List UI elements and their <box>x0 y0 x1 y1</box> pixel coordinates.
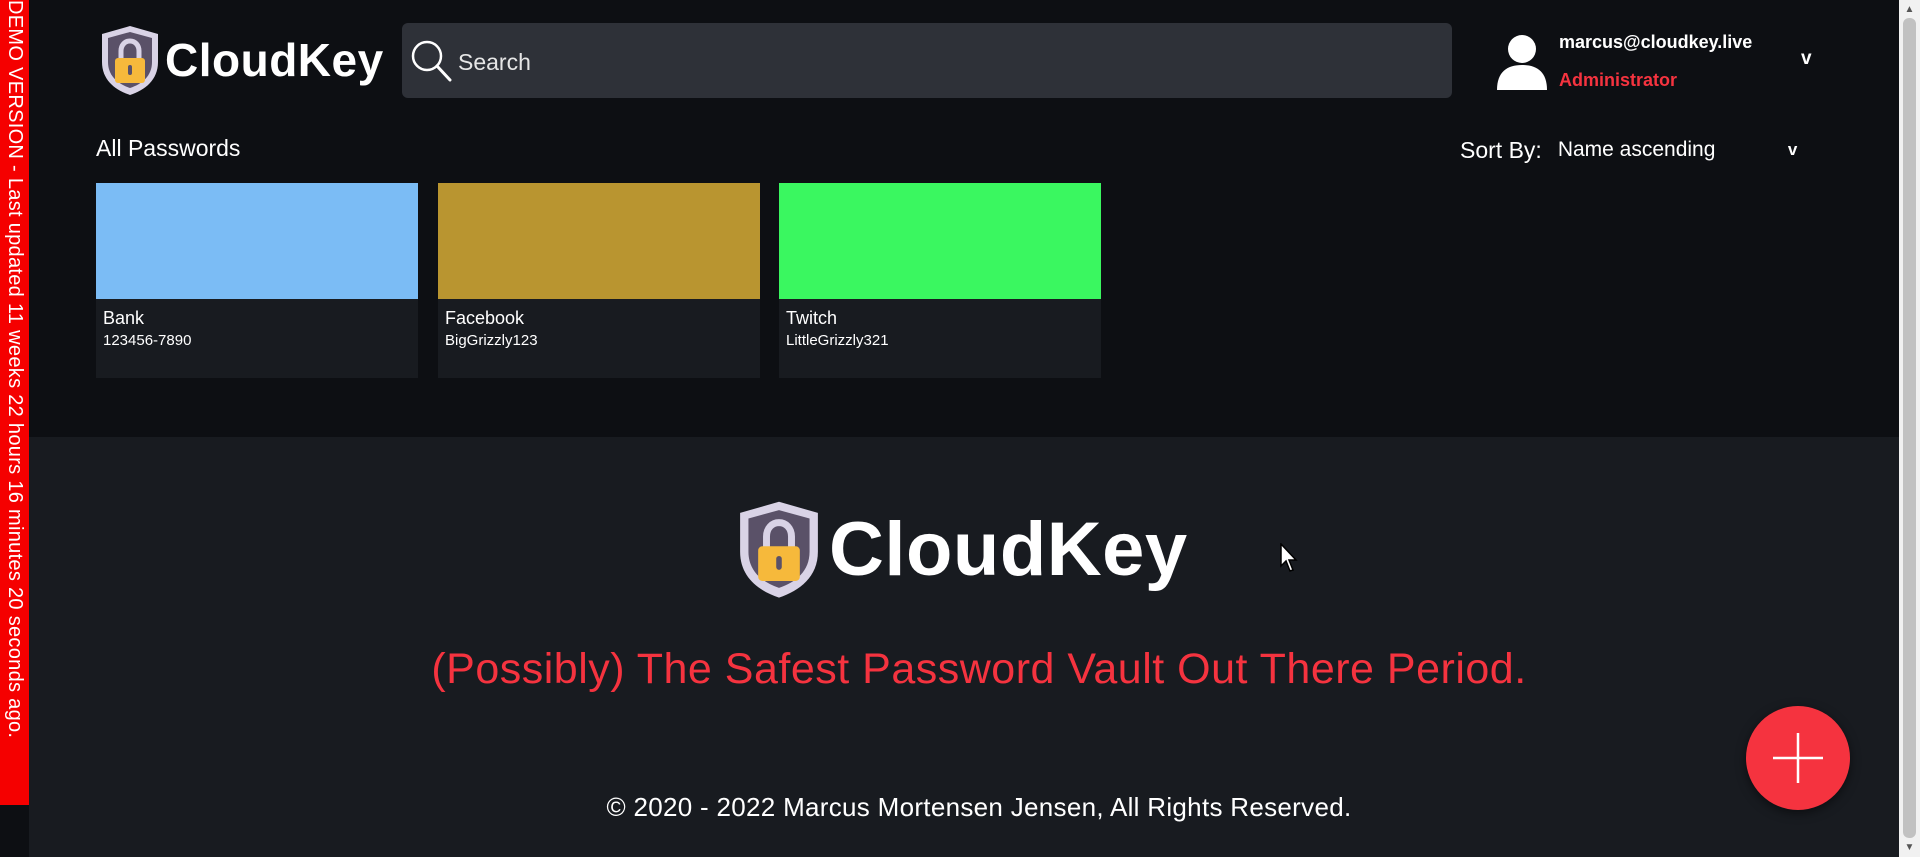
password-card[interactable]: Facebook BigGrizzly123 <box>438 183 760 378</box>
sort-dropdown[interactable]: Sort By: Name ascending v <box>1460 135 1797 165</box>
vertical-scrollbar[interactable]: ▲ ▼ <box>1899 0 1920 857</box>
demo-banner-text: DEMO VERSION - Last updated 11 weeks 22 … <box>4 0 26 739</box>
card-color-swatch <box>96 183 418 299</box>
demo-version-banner: DEMO VERSION - Last updated 11 weeks 22 … <box>0 0 29 805</box>
card-color-swatch <box>438 183 760 299</box>
card-title: Bank <box>103 308 145 328</box>
footer-logo-text: CloudKey <box>829 506 1188 592</box>
footer-copyright: © 2020 - 2022 Marcus Mortensen Jensen, A… <box>606 792 1352 822</box>
scroll-up-arrow-icon[interactable]: ▲ <box>1899 4 1920 15</box>
password-card[interactable]: Bank 123456-7890 <box>96 183 418 378</box>
search-bar[interactable] <box>402 23 1452 98</box>
plus-icon <box>1773 733 1823 783</box>
header-logo[interactable]: CloudKey <box>99 24 384 96</box>
footer-tagline: (Possibly) The Safest Password Vault Out… <box>431 645 1527 693</box>
chevron-down-icon[interactable]: v <box>1788 140 1797 160</box>
logo-text: CloudKey <box>165 34 384 86</box>
page-footer: CloudKey (Possibly) The Safest Password … <box>29 437 1899 857</box>
shield-lock-icon <box>740 501 818 598</box>
top-header: CloudKey marcus@cloudkey.live Administra… <box>29 0 1899 125</box>
search-input[interactable] <box>456 41 1440 83</box>
card-title: Twitch <box>786 308 838 328</box>
footer-logo: CloudKey <box>735 499 1188 599</box>
user-role: Administrator <box>1559 70 1678 90</box>
card-username: BigGrizzly123 <box>445 332 538 349</box>
sort-selected-value[interactable]: Name ascending <box>1558 138 1788 162</box>
shield-lock-icon <box>102 26 158 95</box>
all-passwords-title: All Passwords <box>96 135 241 161</box>
card-color-swatch <box>779 183 1101 299</box>
scrollbar-thumb[interactable] <box>1903 18 1916 838</box>
user-email: marcus@cloudkey.live <box>1559 32 1753 52</box>
sort-label: Sort By: <box>1460 136 1542 163</box>
scroll-down-arrow-icon[interactable]: ▼ <box>1899 842 1920 853</box>
password-card[interactable]: Twitch LittleGrizzly321 <box>779 183 1101 378</box>
mouse-cursor-icon <box>1280 543 1298 572</box>
add-password-button[interactable] <box>1746 706 1850 810</box>
search-icon <box>411 40 452 82</box>
card-username: LittleGrizzly321 <box>786 332 889 349</box>
card-title: Facebook <box>445 308 525 328</box>
chevron-down-icon[interactable]: v <box>1801 48 1812 70</box>
card-username: 123456-7890 <box>103 332 192 349</box>
user-avatar-icon <box>1497 35 1547 90</box>
user-menu[interactable]: marcus@cloudkey.live Administrator v <box>1496 28 1836 98</box>
